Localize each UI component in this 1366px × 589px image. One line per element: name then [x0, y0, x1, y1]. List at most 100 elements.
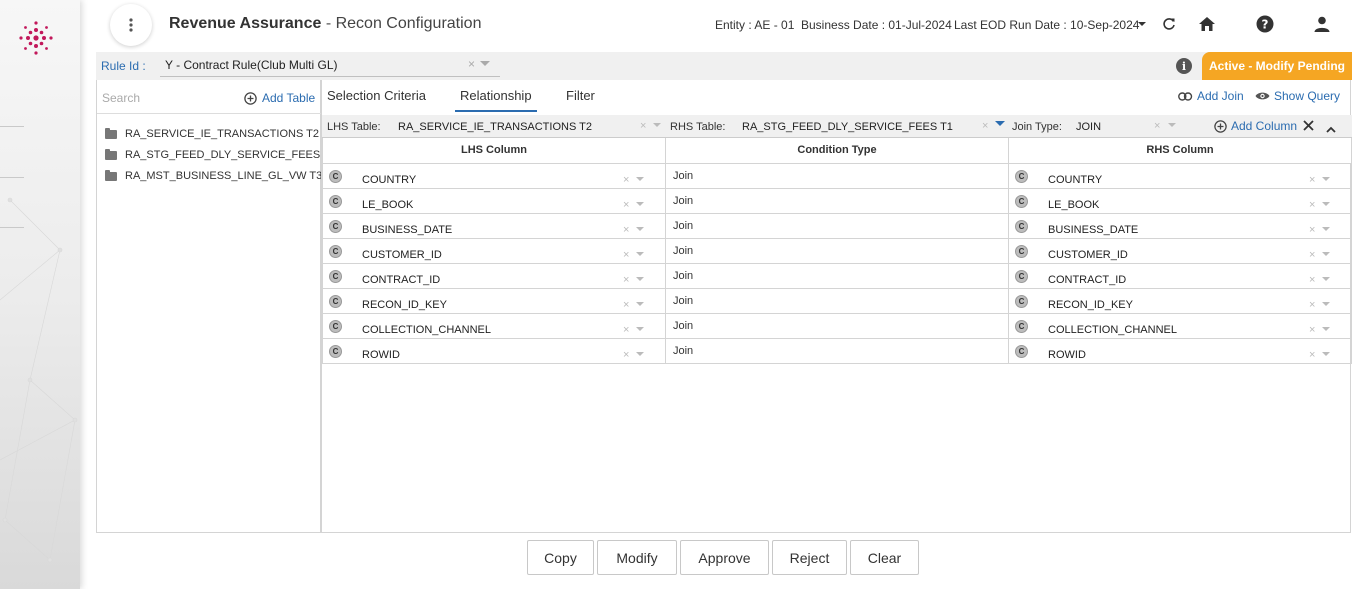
rhs-column-cell[interactable]: C COLLECTION_CHANNEL × [1008, 312, 1352, 339]
add-join-button[interactable]: Add Join [1178, 89, 1244, 103]
chevron-down-icon[interactable] [653, 123, 661, 127]
lhs-column-select[interactable]: COUNTRY [362, 174, 416, 186]
rhs-column-cell[interactable]: C COUNTRY × [1008, 162, 1352, 189]
clear-icon[interactable]: × [1309, 274, 1315, 286]
modify-button[interactable]: Modify [597, 540, 677, 575]
clear-icon[interactable]: × [623, 249, 629, 261]
condition-type-cell[interactable]: Join [665, 162, 1009, 189]
chevron-down-icon[interactable] [1322, 201, 1330, 206]
chevron-down-icon[interactable] [636, 326, 644, 331]
clear-icon[interactable]: × [623, 349, 629, 361]
rhs-column-select[interactable]: COLLECTION_CHANNEL [1048, 324, 1177, 336]
rhs-column-cell[interactable]: C CONTRACT_ID × [1008, 262, 1352, 289]
chevron-up-icon[interactable] [1326, 122, 1336, 136]
rhs-column-cell[interactable]: C BUSINESS_DATE × [1008, 212, 1352, 239]
lhs-column-cell[interactable]: C BUSINESS_DATE × [322, 212, 666, 239]
search-input[interactable]: Search [102, 91, 140, 105]
rhs-column-select[interactable]: CONTRACT_ID [1048, 274, 1126, 286]
table-item[interactable]: RA_SERVICE_IE_TRANSACTIONS T2 [105, 127, 319, 140]
condition-type-cell[interactable]: Join [665, 262, 1009, 289]
rhs-column-cell[interactable]: C CUSTOMER_ID × [1008, 237, 1352, 264]
clear-icon[interactable]: × [623, 174, 629, 186]
clear-icon[interactable]: × [623, 274, 629, 286]
lhs-column-cell[interactable]: C COUNTRY × [322, 162, 666, 189]
clear-icon[interactable]: × [982, 120, 988, 132]
lhs-column-cell[interactable]: C CONTRACT_ID × [322, 262, 666, 289]
chevron-down-icon[interactable] [636, 201, 644, 206]
rhs-column-cell[interactable]: C ROWID × [1008, 337, 1352, 364]
add-table-button[interactable]: Add Table [244, 91, 315, 105]
chevron-down-icon[interactable] [1322, 301, 1330, 306]
rhs-column-cell[interactable]: C LE_BOOK × [1008, 187, 1352, 214]
lhs-column-cell[interactable]: C LE_BOOK × [322, 187, 666, 214]
clear-icon[interactable]: × [1309, 199, 1315, 211]
rhs-column-select[interactable]: COUNTRY [1048, 174, 1102, 186]
rhs-column-cell[interactable]: C RECON_ID_KEY × [1008, 287, 1352, 314]
lhs-column-cell[interactable]: C CUSTOMER_ID × [322, 237, 666, 264]
clear-icon[interactable]: × [623, 224, 629, 236]
chevron-down-icon[interactable] [636, 301, 644, 306]
chevron-down-icon[interactable] [1130, 12, 1154, 36]
chevron-down-icon[interactable] [480, 61, 490, 66]
person-icon[interactable] [1310, 12, 1334, 36]
table-item[interactable]: RA_STG_FEED_DLY_SERVICE_FEES T ... [105, 148, 342, 161]
home-icon[interactable] [1195, 12, 1219, 36]
close-icon[interactable] [1303, 120, 1314, 134]
rhs-column-select[interactable]: ROWID [1048, 349, 1086, 361]
chevron-down-icon[interactable] [995, 121, 1005, 126]
condition-type-cell[interactable]: Join [665, 287, 1009, 314]
show-query-button[interactable]: Show Query [1255, 89, 1340, 103]
chevron-down-icon[interactable] [1168, 123, 1176, 127]
lhs-column-select[interactable]: COLLECTION_CHANNEL [362, 324, 491, 336]
chevron-down-icon[interactable] [636, 176, 644, 181]
clear-icon[interactable]: × [623, 299, 629, 311]
clear-icon[interactable]: × [1309, 174, 1315, 186]
condition-type-cell[interactable]: Join [665, 237, 1009, 264]
refresh-icon[interactable] [1157, 12, 1181, 36]
condition-type-cell[interactable]: Join [665, 337, 1009, 364]
rhs-column-select[interactable]: CUSTOMER_ID [1048, 249, 1128, 261]
clear-icon[interactable]: × [1309, 299, 1315, 311]
brand-logo-icon[interactable] [14, 18, 58, 58]
lhs-column-cell[interactable]: C ROWID × [322, 337, 666, 364]
lhs-column-select[interactable]: RECON_ID_KEY [362, 299, 447, 311]
clear-icon[interactable]: × [1309, 224, 1315, 236]
clear-icon[interactable]: × [468, 57, 475, 71]
chevron-down-icon[interactable] [1322, 351, 1330, 356]
condition-type-cell[interactable]: Join [665, 187, 1009, 214]
clear-icon[interactable]: × [1309, 324, 1315, 336]
chevron-down-icon[interactable] [636, 226, 644, 231]
lhs-column-cell[interactable]: C COLLECTION_CHANNEL × [322, 312, 666, 339]
join-type-select[interactable]: JOIN [1076, 121, 1101, 133]
rhs-column-select[interactable]: LE_BOOK [1048, 199, 1099, 211]
lhs-column-select[interactable]: CONTRACT_ID [362, 274, 440, 286]
lhs-column-select[interactable]: LE_BOOK [362, 199, 413, 211]
lhs-table-select[interactable]: RA_SERVICE_IE_TRANSACTIONS T2 [398, 121, 592, 133]
reject-button[interactable]: Reject [772, 540, 847, 575]
rhs-column-select[interactable]: BUSINESS_DATE [1048, 224, 1138, 236]
lhs-column-select[interactable]: CUSTOMER_ID [362, 249, 442, 261]
clear-icon[interactable]: × [1154, 120, 1160, 132]
tab-filter[interactable]: Filter [566, 88, 595, 103]
lhs-column-cell[interactable]: C RECON_ID_KEY × [322, 287, 666, 314]
tab-selection-criteria[interactable]: Selection Criteria [327, 88, 426, 103]
chevron-down-icon[interactable] [1322, 176, 1330, 181]
chevron-down-icon[interactable] [1322, 251, 1330, 256]
tab-relationship[interactable]: Relationship [455, 88, 537, 112]
chevron-down-icon[interactable] [1322, 226, 1330, 231]
copy-button[interactable]: Copy [527, 540, 594, 575]
clear-icon[interactable]: × [1309, 249, 1315, 261]
help-icon[interactable]: ? [1253, 12, 1277, 36]
clear-icon[interactable]: × [640, 120, 646, 132]
condition-type-cell[interactable]: Join [665, 312, 1009, 339]
lhs-column-select[interactable]: BUSINESS_DATE [362, 224, 452, 236]
chevron-down-icon[interactable] [636, 251, 644, 256]
chevron-down-icon[interactable] [1322, 326, 1330, 331]
chevron-down-icon[interactable] [636, 351, 644, 356]
more-vert-icon[interactable] [110, 4, 152, 46]
condition-type-cell[interactable]: Join [665, 212, 1009, 239]
table-item[interactable]: RA_MST_BUSINESS_LINE_GL_VW T3 [105, 169, 322, 182]
lhs-column-select[interactable]: ROWID [362, 349, 400, 361]
clear-icon[interactable]: × [623, 324, 629, 336]
clear-icon[interactable]: × [1309, 349, 1315, 361]
